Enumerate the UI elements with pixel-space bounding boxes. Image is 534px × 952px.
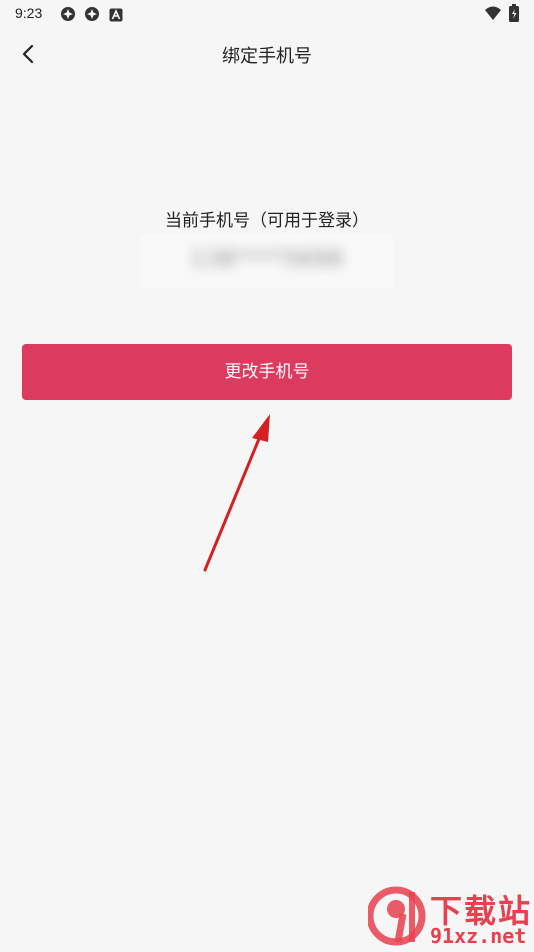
nav-bar: 绑定手机号 [0,28,534,80]
phone-number-value: 138****5698 [140,234,394,288]
status-bar: 9:23 [0,0,534,28]
battery-icon [508,4,520,22]
app-notification-icon [84,6,100,22]
watermark-en: 91xz.net [430,924,527,948]
watermark: 下载站 91xz.net [366,884,534,950]
watermark-logo [366,886,428,948]
current-phone-label: 当前手机号（可用于登录） [165,211,369,231]
status-time: 9:23 [15,5,43,21]
phone-number-text: 138****5698 [190,247,344,272]
annotation-arrow [203,414,270,572]
a-notification-icon [109,7,125,23]
app-notification-icon [60,6,76,22]
page-title: 绑定手机号 [222,46,312,67]
change-phone-button[interactable]: 更改手机号 [22,344,512,400]
wifi-icon [484,5,502,21]
